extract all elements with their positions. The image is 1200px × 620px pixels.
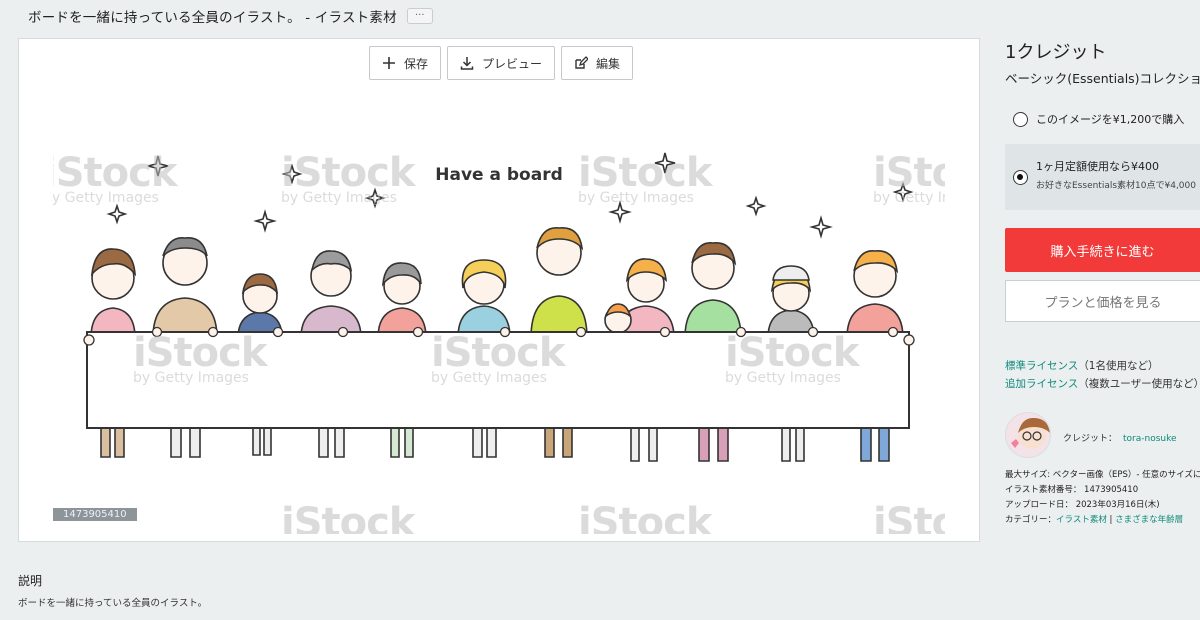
extended-license-link[interactable]: 追加ライセンス — [1005, 378, 1078, 390]
meta-category: カテゴリー：イラスト素材 | さまざまな年齢層 — [1005, 513, 1183, 525]
edit-icon — [575, 56, 589, 69]
option-subscription-label: 1ヶ月定額使用なら¥400 — [1036, 160, 1159, 173]
edit-button[interactable]: 編集 — [561, 46, 634, 80]
credit-title: 1クレジット — [1005, 42, 1107, 63]
blank-board — [86, 331, 910, 429]
description-text: ボードを一緒に持っている全員のイラスト。 — [18, 598, 208, 609]
asset-id-badge: 1473905410 — [53, 508, 137, 521]
purchase-panel: 1クレジット ベーシック(Essentials)コレクション このイメージを¥1… — [1005, 38, 1200, 525]
preview-button[interactable]: プレビュー — [447, 46, 556, 80]
category-link-ages[interactable]: さまざまな年齢層 — [1115, 515, 1183, 525]
illustration-artwork: Have a board — [83, 152, 915, 462]
contributor-label: クレジット： — [1063, 433, 1118, 444]
page-title: ボードを一緒に持っている全員のイラスト。 - イラスト素材 — [28, 10, 397, 26]
category-separator: | — [1106, 515, 1116, 525]
option-single-label: このイメージを¥1,200で購入 — [1036, 113, 1185, 126]
save-label: 保存 — [404, 56, 429, 71]
extended-license-note: （複数ユーザー使用など） — [1078, 378, 1200, 390]
description-heading: 説明 — [18, 574, 43, 588]
standard-license-link[interactable]: 標準ライセンス — [1005, 360, 1078, 372]
plus-icon — [383, 57, 395, 69]
save-button[interactable]: 保存 — [369, 46, 442, 80]
license-extended: 追加ライセンス（複数ユーザー使用など） — [1005, 376, 1200, 391]
edit-label: 編集 — [596, 56, 621, 71]
meta-max-size: 最大サイズ: ベクター画像（EPS）- 任意のサイズに拡大縮小 — [1005, 470, 1200, 480]
preview-label: プレビュー — [482, 56, 543, 71]
radio-button-selected[interactable] — [1013, 170, 1028, 185]
standard-license-note: （1名使用など） — [1078, 360, 1159, 372]
contributor: クレジット： tora-nosuke — [1005, 412, 1177, 458]
more-options-button[interactable]: ··· — [406, 8, 433, 24]
illustration-heading: Have a board — [435, 165, 563, 185]
image-panel: 保存 プレビュー 編集 Have a board iStock by Getty… — [18, 38, 980, 542]
avatar[interactable] — [1005, 412, 1051, 458]
option-subscription-detail: お好きなEssentials素材10点で¥4,000 — [1036, 181, 1196, 191]
meta-upload-date: アップロード日： 2023年03月16日(木) — [1005, 500, 1160, 510]
view-plans-button[interactable]: プランと価格を見る — [1005, 280, 1200, 322]
contributor-avatar-image — [1011, 417, 1050, 449]
collection-name[interactable]: ベーシック(Essentials)コレクション — [1005, 68, 1200, 87]
radio-button[interactable] — [1013, 111, 1028, 127]
stock-illustration[interactable]: Have a board iStock by Getty Images iSto… — [53, 88, 945, 534]
category-label: カテゴリー： — [1005, 515, 1057, 525]
image-toolbar: 保存 プレビュー 編集 — [369, 46, 634, 80]
download-icon — [460, 57, 474, 70]
license-standard: 標準ライセンス（1名使用など） — [1005, 358, 1158, 373]
purchase-option-subscription[interactable]: 1ヶ月定額使用なら¥400 お好きなEssentials素材10点で¥4,000 — [1005, 144, 1200, 210]
category-link-illustration[interactable]: イラスト素材 — [1056, 515, 1107, 525]
meta-asset-number: イラスト素材番号： 1473905410 — [1005, 485, 1139, 495]
checkout-button[interactable]: 購入手続きに進む — [1005, 228, 1200, 272]
title-bar: ボードを一緒に持っている全員のイラスト。 - イラスト素材 ··· — [28, 4, 433, 28]
purchase-option-single[interactable]: このイメージを¥1,200で購入 — [1005, 100, 1200, 138]
contributor-name-link[interactable]: tora-nosuke — [1123, 434, 1177, 444]
